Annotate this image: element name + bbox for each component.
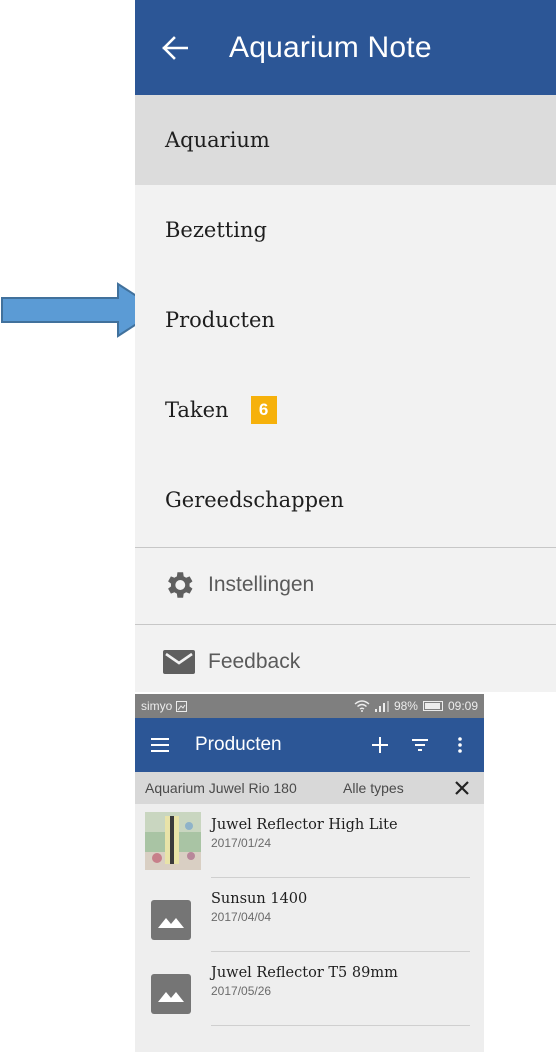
drawer-item-label: Producten	[165, 308, 275, 332]
drawer-item-label: Bezetting	[165, 218, 267, 242]
drawer-item-aquarium[interactable]: Aquarium	[135, 95, 556, 185]
divider	[211, 1025, 470, 1026]
drawer-item-label: Instellingen	[208, 573, 315, 596]
drawer-item-feedback[interactable]: Feedback	[135, 625, 556, 692]
plus-icon	[372, 737, 388, 753]
product-name: Juwel Reflector T5 89mm	[211, 965, 398, 981]
products-screen: simyo 98% 09:09 Producten Aquarium Juwel…	[135, 694, 484, 1052]
product-name: Juwel Reflector High Lite	[211, 817, 398, 833]
more-vert-icon	[458, 737, 462, 753]
drawer-item-bezetting[interactable]: Bezetting	[135, 185, 556, 275]
list-item[interactable]: Juwel Reflector High Lite 2017/01/24	[135, 804, 484, 878]
filter-icon	[412, 739, 428, 751]
wifi-icon	[354, 700, 370, 712]
more-options-button[interactable]	[440, 723, 480, 767]
filter-button[interactable]	[400, 723, 440, 767]
drawer-item-instellingen[interactable]: Instellingen	[135, 548, 556, 622]
product-photo	[145, 812, 201, 870]
drawer-item-label: Gereedschappen	[165, 488, 344, 512]
type-filter[interactable]: Alle types	[343, 780, 404, 796]
drawer-item-producten[interactable]: Producten	[135, 275, 556, 365]
product-date: 2017/04/04	[211, 910, 272, 924]
product-date: 2017/01/24	[211, 836, 272, 850]
menu-button[interactable]	[138, 723, 182, 767]
list-item[interactable]: Juwel Reflector T5 89mm 2017/05/26	[135, 952, 484, 1026]
back-button[interactable]	[147, 20, 203, 76]
drawer-item-label: Feedback	[208, 650, 301, 673]
clear-filter-button[interactable]	[450, 776, 474, 800]
hamburger-icon	[151, 738, 169, 752]
battery-icon	[422, 701, 443, 711]
drawer-item-taken[interactable]: Taken 6	[135, 365, 556, 455]
gear-icon	[162, 568, 196, 602]
navigation-drawer: Aquarium Note Aquarium Bezetting Product…	[135, 0, 556, 692]
add-product-button[interactable]	[360, 723, 400, 767]
status-bar: simyo 98% 09:09	[135, 694, 484, 718]
drawer-item-gereedschappen[interactable]: Gereedschappen	[135, 455, 556, 545]
app-bar: Producten	[135, 718, 484, 772]
drawer-title: Aquarium Note	[229, 30, 432, 64]
drawer-app-bar: Aquarium Note	[135, 0, 556, 95]
list-item[interactable]: Sunsun 1400 2017/04/04	[135, 878, 484, 952]
battery-percent: 98%	[393, 699, 418, 713]
drawer-item-label: Aquarium	[165, 128, 270, 152]
image-notification-icon	[176, 700, 188, 712]
arrow-left-icon	[162, 35, 188, 60]
image-placeholder-icon	[151, 974, 191, 1014]
signal-icon	[374, 700, 389, 712]
status-time: 09:09	[447, 699, 478, 713]
product-date: 2017/05/26	[211, 984, 272, 998]
close-icon	[455, 781, 469, 795]
mail-icon	[162, 645, 196, 679]
task-count-badge: 6	[250, 396, 277, 424]
filter-bar: Aquarium Juwel Rio 180 Alle types	[135, 772, 484, 804]
product-name: Sunsun 1400	[211, 891, 308, 907]
product-list: Juwel Reflector High Lite 2017/01/24 Sun…	[135, 804, 484, 1026]
drawer-item-label: Taken	[165, 398, 229, 422]
screen-title: Producten	[195, 734, 282, 755]
carrier-name: simyo	[141, 699, 173, 713]
aquarium-filter[interactable]: Aquarium Juwel Rio 180	[145, 780, 297, 796]
image-placeholder-icon	[151, 900, 191, 940]
